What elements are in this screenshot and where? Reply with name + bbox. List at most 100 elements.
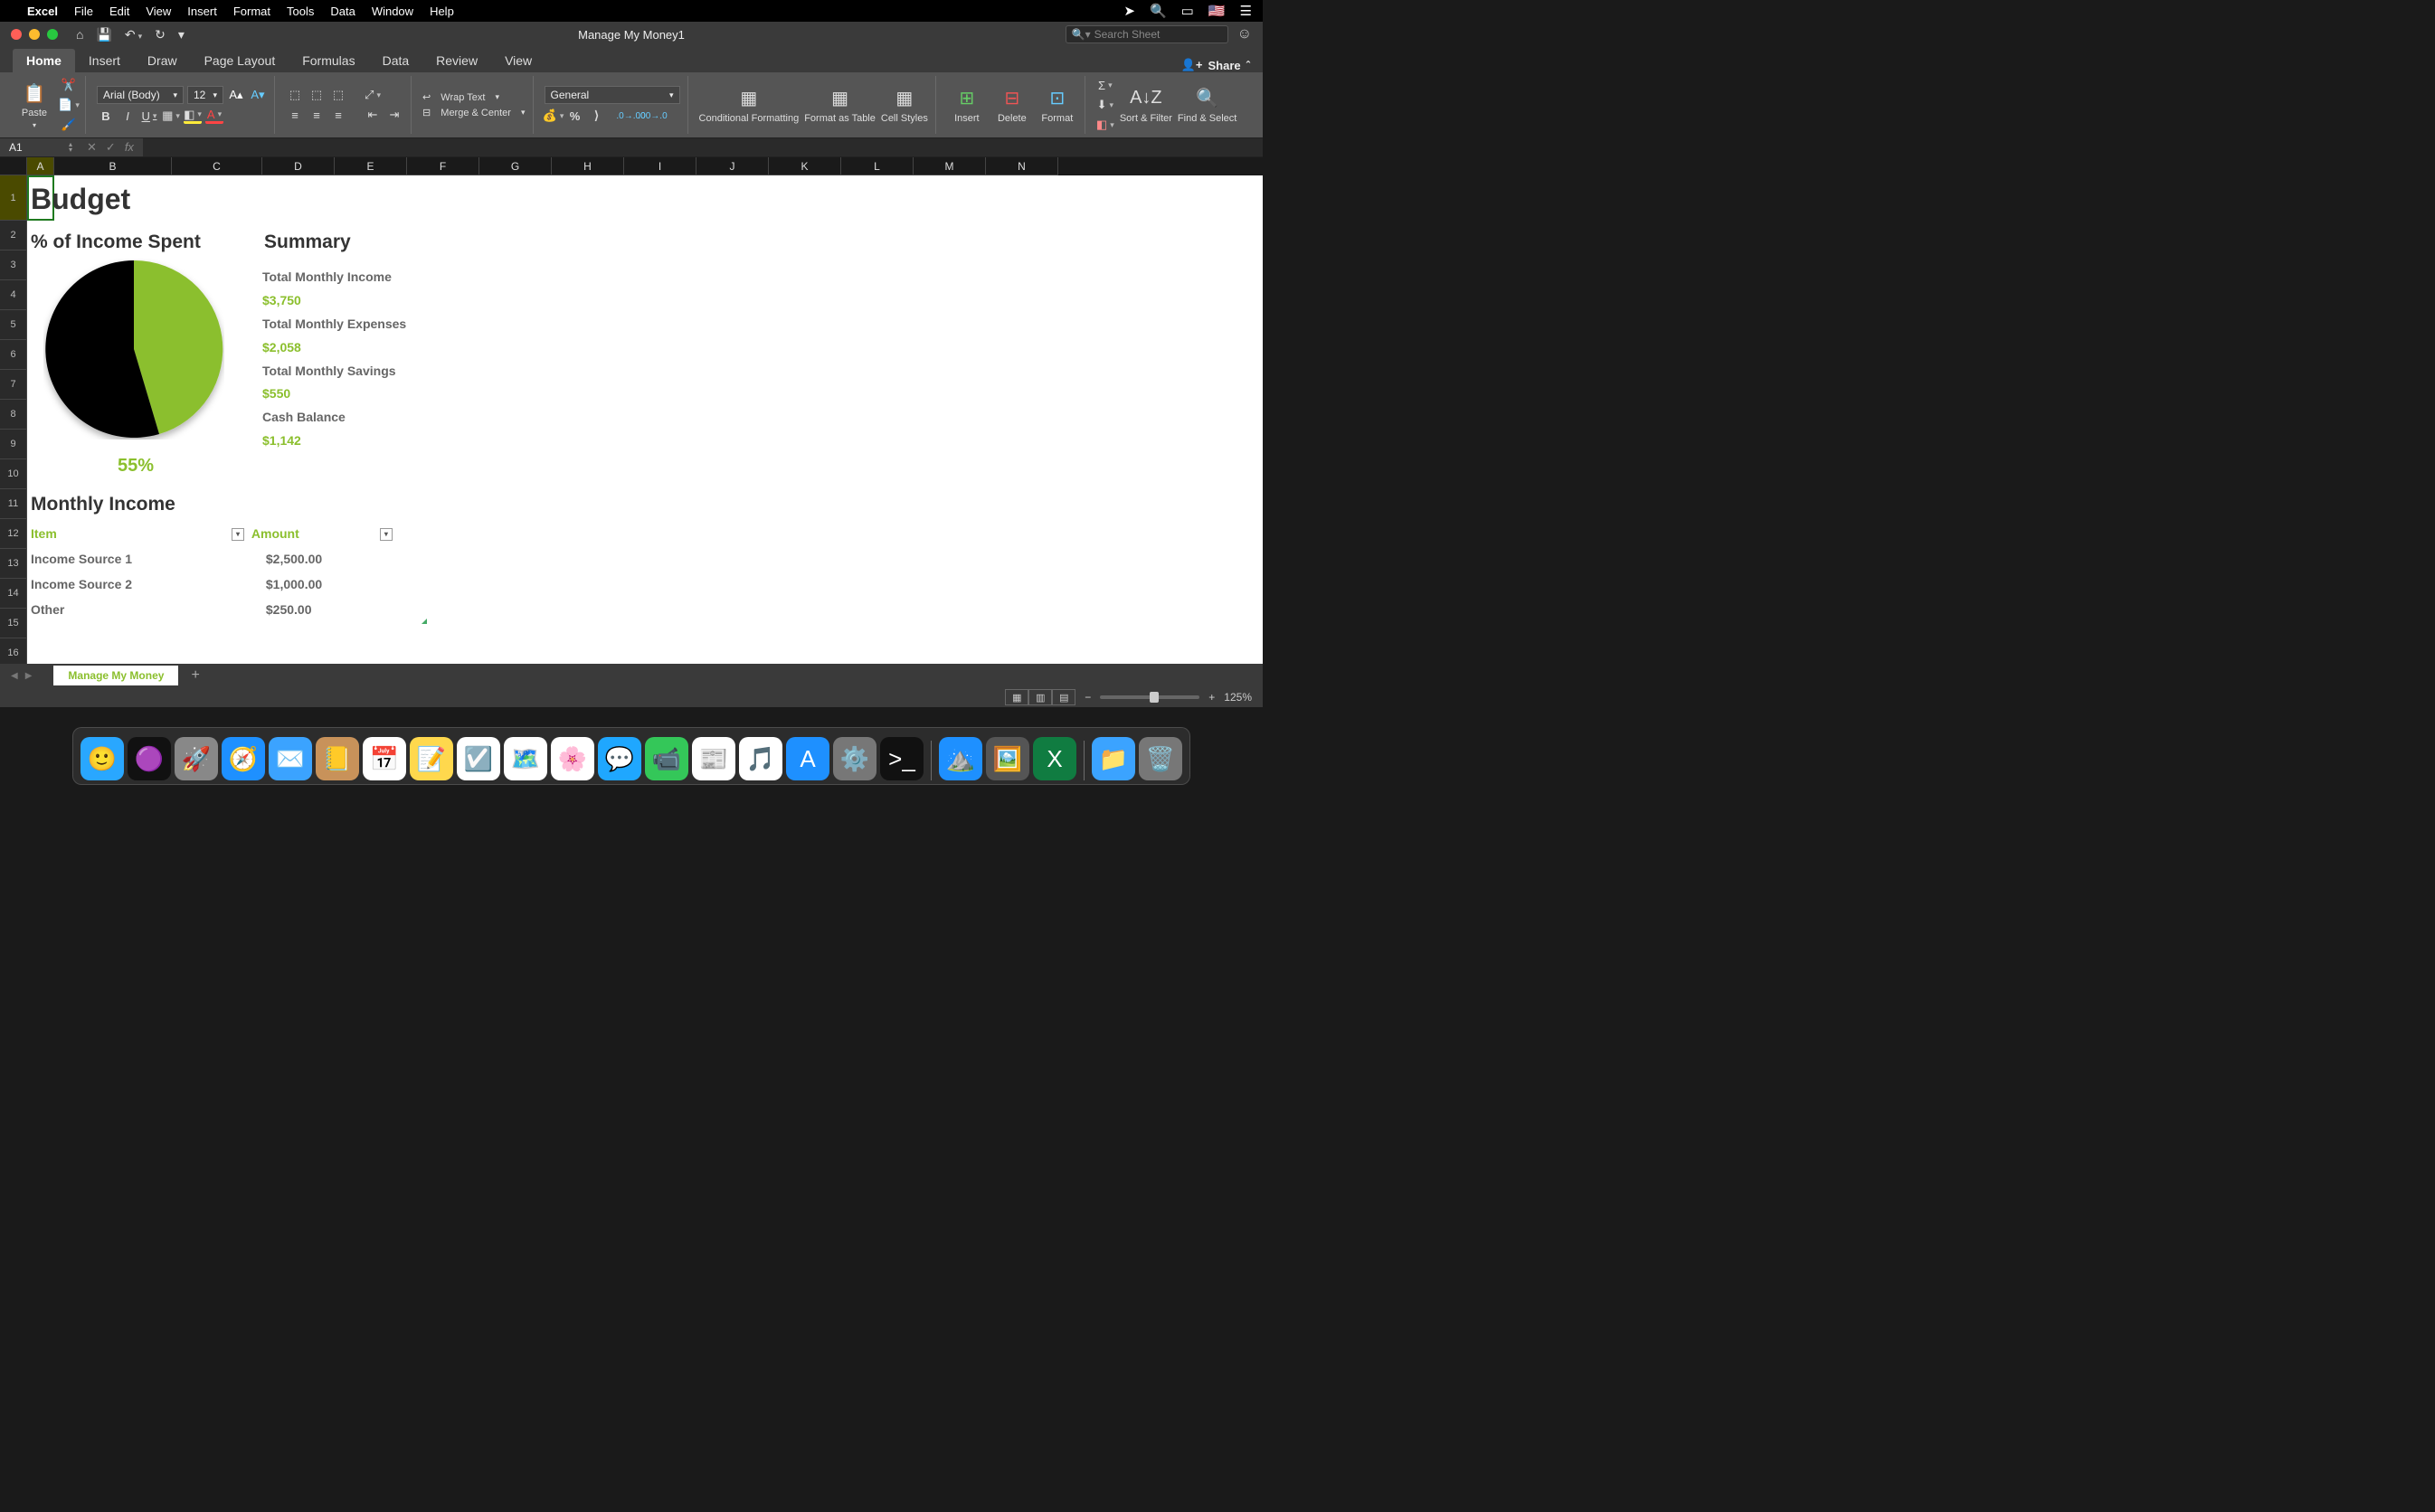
dock-app-excel[interactable]: X [1033, 737, 1076, 780]
home-icon[interactable]: ⌂ [76, 27, 83, 42]
row-header-13[interactable]: 13 [0, 549, 27, 579]
fill-color-button[interactable]: ◧ [184, 108, 202, 124]
filter-item-button[interactable]: ▾ [232, 528, 244, 541]
col-header-d[interactable]: D [262, 157, 335, 175]
underline-button[interactable]: U [140, 108, 158, 124]
zoom-out-button[interactable]: − [1085, 691, 1091, 704]
dock-app-settings[interactable]: ⚙️ [833, 737, 876, 780]
row-header-7[interactable]: 7 [0, 370, 27, 400]
menu-window[interactable]: Window [372, 5, 413, 18]
decrease-indent-icon[interactable]: ⇤ [364, 107, 382, 123]
col-header-l[interactable]: L [841, 157, 914, 175]
align-middle-icon[interactable]: ⬚ [308, 87, 326, 103]
dock-app-news[interactable]: 📰 [692, 737, 735, 780]
cut-icon[interactable]: ✂️ [60, 77, 78, 93]
dock-app-safari[interactable]: 🧭 [222, 737, 265, 780]
menu-insert[interactable]: Insert [187, 5, 217, 18]
paste-button[interactable]: 📋 Paste ▾ [14, 80, 54, 128]
app-menu[interactable]: Excel [27, 5, 58, 18]
dock-app-appstore[interactable]: A [786, 737, 829, 780]
col-header-c[interactable]: C [172, 157, 262, 175]
cell-styles-button[interactable]: ▦Cell Styles [881, 86, 928, 124]
autosum-icon[interactable]: Σ [1096, 77, 1114, 93]
minimize-window-button[interactable] [29, 29, 40, 40]
col-header-n[interactable]: N [986, 157, 1058, 175]
dock-app-facetime[interactable]: 📹 [645, 737, 688, 780]
increase-indent-icon[interactable]: ⇥ [385, 107, 403, 123]
dock-app-downloads[interactable]: 📁 [1092, 737, 1135, 780]
tab-insert[interactable]: Insert [75, 49, 134, 72]
bold-button[interactable]: B [97, 108, 115, 124]
dock-app-terminal[interactable]: >_ [880, 737, 924, 780]
col-header-k[interactable]: K [769, 157, 841, 175]
tab-formulas[interactable]: Formulas [289, 49, 368, 72]
dock-app-preview[interactable]: 🖼️ [986, 737, 1029, 780]
format-painter-icon[interactable]: 🖌️ [60, 117, 78, 133]
clear-icon[interactable]: ◧ [1096, 117, 1114, 133]
find-select-button[interactable]: 🔍Find & Select [1178, 86, 1236, 124]
cells-area[interactable]: Budget % of Income Spent Summary 55% [27, 175, 1263, 664]
row-header-6[interactable]: 6 [0, 340, 27, 370]
tab-review[interactable]: Review [422, 49, 491, 72]
zoom-in-button[interactable]: + [1208, 691, 1215, 704]
dock-app-messages[interactable]: 💬 [598, 737, 641, 780]
col-header-g[interactable]: G [479, 157, 552, 175]
menu-format[interactable]: Format [233, 5, 270, 18]
increase-font-icon[interactable]: A▴ [227, 87, 245, 103]
close-window-button[interactable] [11, 29, 22, 40]
row-header-9[interactable]: 9 [0, 430, 27, 459]
zoom-level[interactable]: 125% [1224, 691, 1252, 704]
sort-filter-button[interactable]: A↓ZSort & Filter [1120, 86, 1172, 124]
decrease-decimal-icon[interactable]: .00→.0 [644, 108, 662, 124]
zoom-slider[interactable] [1100, 695, 1199, 699]
col-header-b[interactable]: B [54, 157, 172, 175]
search-sheet-input[interactable]: 🔍▾ Search Sheet [1066, 25, 1228, 43]
menu-help[interactable]: Help [430, 5, 454, 18]
row-header-5[interactable]: 5 [0, 310, 27, 340]
fx-icon[interactable]: fx [125, 140, 134, 155]
font-size-select[interactable]: 12 ▾ [187, 86, 223, 104]
menu-data[interactable]: Data [330, 5, 355, 18]
feedback-icon[interactable]: ☺ [1237, 26, 1252, 43]
wrap-text-button[interactable]: ↩ Wrap Text ▾ [422, 91, 526, 103]
spotlight-icon[interactable]: 🔍 [1150, 3, 1167, 19]
merge-center-button[interactable]: ⊟ Merge & Center ▾ [422, 107, 526, 118]
decrease-font-icon[interactable]: A▾ [249, 87, 267, 103]
flag-icon[interactable]: 🇺🇸 [1208, 3, 1226, 19]
share-button[interactable]: Share [1208, 59, 1241, 72]
menu-edit[interactable]: Edit [109, 5, 129, 18]
row-header-12[interactable]: 12 [0, 519, 27, 549]
tab-draw[interactable]: Draw [134, 49, 191, 72]
add-sheet-button[interactable]: + [178, 667, 212, 684]
qat-customize-icon[interactable]: ▾ [178, 27, 185, 43]
tab-view[interactable]: View [491, 49, 545, 72]
cursor-icon[interactable]: ➤ [1123, 3, 1135, 19]
display-icon[interactable]: ▭ [1181, 3, 1194, 19]
redo-button[interactable]: ↻ [155, 27, 166, 43]
enter-formula-icon[interactable]: ✓ [106, 140, 116, 155]
col-header-j[interactable]: J [696, 157, 769, 175]
row-header-15[interactable]: 15 [0, 609, 27, 638]
align-center-icon[interactable]: ≡ [308, 107, 326, 123]
align-left-icon[interactable]: ≡ [286, 107, 304, 123]
sheet-nav-prev-icon[interactable]: ◀ [7, 671, 22, 681]
insert-cells-button[interactable]: ⊞Insert [947, 86, 987, 124]
comma-format-icon[interactable]: ⟩ [588, 108, 606, 124]
maximize-window-button[interactable] [47, 29, 58, 40]
col-header-h[interactable]: H [552, 157, 624, 175]
dock-app-photos[interactable]: 🌸 [551, 737, 594, 780]
row-header-10[interactable]: 10 [0, 459, 27, 489]
align-bottom-icon[interactable]: ⬚ [329, 87, 347, 103]
row-header-11[interactable]: 11 [0, 489, 27, 519]
dock-app-trash[interactable]: 🗑️ [1139, 737, 1182, 780]
save-icon[interactable]: 💾 [96, 27, 111, 43]
font-color-button[interactable]: A [205, 108, 223, 124]
formula-input[interactable] [143, 138, 1263, 156]
page-layout-view-icon[interactable]: ▥ [1028, 689, 1052, 705]
collapse-ribbon-icon[interactable]: ˆ [1246, 59, 1250, 72]
name-box[interactable]: A1 ▴▾ [0, 141, 78, 154]
row-header-8[interactable]: 8 [0, 400, 27, 430]
font-name-select[interactable]: Arial (Body) ▾ [97, 86, 184, 104]
normal-view-icon[interactable]: ▦ [1005, 689, 1028, 705]
italic-button[interactable]: I [118, 108, 137, 124]
